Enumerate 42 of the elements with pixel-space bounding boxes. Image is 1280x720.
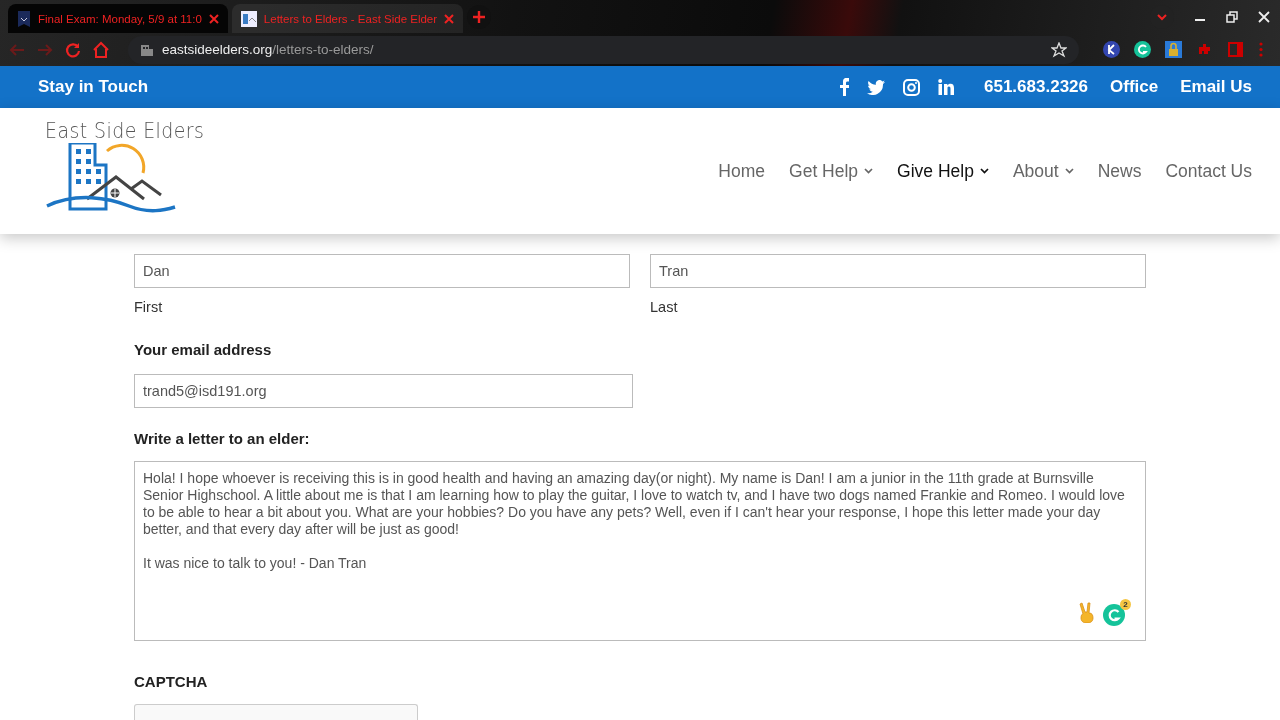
grammarly-icon[interactable] [1134, 41, 1151, 58]
peace-hand-icon [1079, 602, 1095, 623]
instagram-icon[interactable] [903, 78, 920, 96]
browser-tab[interactable]: Final Exam: Monday, 5/9 at 11:0 [8, 4, 228, 33]
nav-link[interactable]: Contact Us [1165, 160, 1252, 182]
browser-tab[interactable]: Letters to Elders - East Side Elder [231, 4, 464, 33]
top-bar-title: Stay in Touch [38, 77, 149, 97]
facebook-icon[interactable] [839, 78, 849, 96]
linkedin-icon[interactable] [938, 79, 954, 95]
twitter-icon[interactable] [867, 79, 885, 95]
nav-link[interactable]: News [1097, 160, 1142, 182]
count-badge: 2 [1120, 599, 1131, 610]
home-icon[interactable] [92, 40, 110, 59]
nav-link[interactable]: Give Help [897, 160, 989, 182]
menu-icon[interactable] [1258, 41, 1264, 58]
extension-icon[interactable] [1103, 41, 1120, 58]
side-panel-icon[interactable] [1227, 41, 1244, 58]
address-bar[interactable]: eastsideelders.org/letters-to-elders/ [128, 35, 1079, 64]
grammarly-icon [1103, 604, 1125, 626]
reload-icon[interactable] [64, 40, 82, 59]
logo-text: East Side Elders [45, 119, 205, 143]
field-caption: Last [650, 299, 679, 315]
favicon-icon [240, 10, 257, 27]
top-bar-link[interactable]: Email Us [1180, 77, 1252, 97]
field-label: CAPTCHA [134, 673, 209, 690]
phone-link[interactable]: 651.683.2326 [984, 77, 1088, 97]
site-info-icon[interactable] [140, 42, 154, 57]
bookmark-star-icon[interactable] [1051, 41, 1067, 58]
top-bar-link[interactable]: Office [1110, 77, 1159, 97]
favicon-icon [17, 10, 31, 27]
text-field[interactable]: Tran [650, 254, 1146, 288]
text-field[interactable]: Dan [134, 254, 630, 288]
restore-icon[interactable] [1226, 10, 1238, 23]
field-label: Your email address [134, 341, 273, 358]
nav-link[interactable]: About [1012, 160, 1074, 182]
field-caption: First [134, 299, 164, 315]
letter-field[interactable]: Hola! I hope whoever is receiving this is in good health and having an amazing day(or night). My name is Dan! I am a junior in the 11th grade at Burnsville Senior Highschool. A little about me is that I am learning how to play the guitar, I love to watch tv, and I have two dogs named Frankie and Romeo. I would love to be able to hear a bit about you. What are your hobbies? Do you have any pets? Well, even if I can't hear your response, I hope this letter made your day better, and that every day after will be just as good! It was nice to talk to you! - Dan Tran 2 [134, 461, 1146, 641]
nav-link[interactable]: Get Help [789, 160, 874, 182]
email-field[interactable]: trand5@isd191.org [134, 374, 633, 408]
grammarly-button[interactable]: 2 [1103, 599, 1131, 626]
nav-link[interactable]: Home [718, 160, 766, 182]
field-label: Write a letter to an elder: [134, 430, 311, 447]
